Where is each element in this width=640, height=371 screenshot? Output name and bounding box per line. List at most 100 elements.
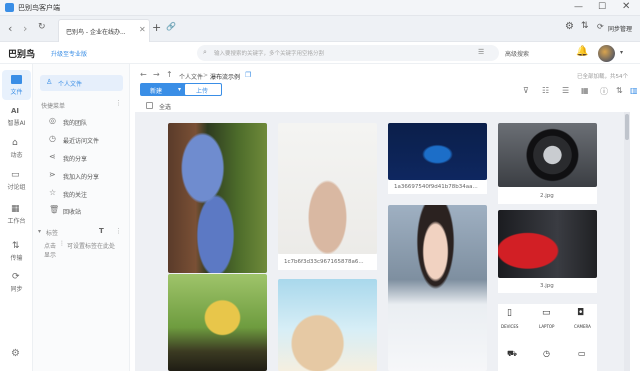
copy-path-icon[interactable]: ❐ [245, 71, 251, 79]
nav-label-ai: 智慧AI [7, 120, 26, 127]
sort-order-icon[interactable]: ⇅ [616, 86, 623, 95]
maximize-button[interactable]: ☐ [598, 2, 606, 12]
main-area: ← → ↑ 个人文件 > 瀑布流示例 ❐ 已全部加载，共54个 新建 ▾ 上传 … [130, 64, 640, 112]
detail-view-icon[interactable]: ☰ [562, 86, 569, 95]
image-mushroom-yellow[interactable] [168, 274, 267, 371]
upload-button[interactable]: 上传 [184, 83, 222, 96]
nav-back-icon[interactable]: ← [140, 70, 147, 79]
tag-text-icon[interactable]: T [99, 227, 104, 235]
list-view-icon[interactable]: ☷ [542, 86, 549, 95]
new-tab-icon[interactable]: + [152, 21, 161, 34]
nav-item-ai[interactable]: AI 智慧AI [0, 104, 33, 130]
image-red-car[interactable] [498, 210, 597, 278]
title-bar: 巴别鸟客户端 — ☐ ✕ [0, 0, 640, 16]
link-icon[interactable]: 🔗 [166, 22, 176, 31]
new-button-label: 新建 [150, 88, 163, 95]
forward-icon[interactable]: › [23, 22, 27, 35]
nav-label-workbench: 工作台 [7, 218, 26, 225]
grid-icon: ▦ [11, 204, 20, 214]
scrollbar-thumb[interactable] [625, 114, 629, 140]
sidebar-item-recycle[interactable]: 回收站 [63, 207, 81, 216]
image-cat-butterfly[interactable] [278, 279, 377, 371]
upgrade-link[interactable]: 升级至专业版 [51, 49, 87, 58]
trash-icon: 🗑 [49, 205, 60, 214]
select-all-label: 全选 [159, 104, 172, 111]
select-all-checkbox[interactable] [146, 102, 153, 109]
search-input[interactable]: 输入要搜索的关键字，多个关键字用空格分割 [214, 49, 324, 57]
refresh-icon[interactable]: ↻ [38, 22, 46, 32]
breadcrumb-item[interactable]: 个人文件 [179, 72, 203, 81]
sync-manage-icon[interactable]: ⟳ [597, 22, 604, 31]
nav-item-discussion[interactable]: ▭ 讨论组 [0, 168, 33, 194]
caption-finger: 1c7b6f3d33c967165878a6... [278, 254, 377, 270]
brand-logo: 巴别鸟 [8, 50, 36, 60]
sort-icon[interactable]: ⇅ [581, 21, 589, 31]
tags-title: 标签 [46, 230, 59, 237]
back-icon[interactable]: ‹ [8, 22, 12, 35]
nav-label-sync: 同步 [10, 286, 23, 293]
sidebar-item-label: 个人文件 [58, 81, 83, 88]
image-portrait[interactable] [388, 205, 487, 371]
ai-icon: AI [11, 107, 20, 115]
nav-item-transfer[interactable]: ⇅ 传输 [0, 239, 33, 265]
caption-red-car: 3.jpg [498, 278, 597, 293]
avatar-menu-icon[interactable]: ▾ [620, 49, 623, 56]
breadcrumb-current[interactable]: 瀑布流示例 [210, 72, 240, 81]
filter-icon[interactable]: ⊽ [523, 86, 529, 95]
user-icon: ♙ [46, 78, 53, 86]
close-button[interactable]: ✕ [622, 1, 630, 12]
sync-manage-label[interactable]: 同步管理 [608, 24, 632, 33]
waterfall-view-icon[interactable]: ▥ [630, 86, 638, 95]
activity-icon: ⌂ [12, 138, 18, 148]
caption-text: 1a36697540f9d41b78b34aa... [394, 184, 478, 190]
tags-hint-click: 点击 [44, 243, 57, 250]
minimize-button[interactable]: — [574, 2, 583, 12]
settings-gear-icon[interactable]: ⚙ [11, 348, 20, 359]
nav-item-activity[interactable]: ⌂ 动态 [0, 136, 33, 162]
image-car-wheel[interactable] [498, 123, 597, 187]
quick-menu-title: 快捷菜单 [41, 103, 66, 110]
sidebar-item-team[interactable]: 我的团队 [63, 118, 87, 127]
avatar[interactable] [598, 45, 615, 62]
search-filter-icon[interactable]: ☰ [478, 48, 484, 56]
nav-item-files[interactable]: 文件 [2, 70, 31, 100]
bell-icon[interactable]: 🔔 [576, 46, 588, 57]
tab-active[interactable]: 巴别鸟 - 企业在线办... ✕ [58, 19, 150, 42]
new-dropdown-icon[interactable]: ▾ [178, 86, 181, 93]
grid-view-icon[interactable]: ▦ [581, 86, 589, 95]
tags-more-icon[interactable]: ⋮ [115, 227, 122, 235]
nav-up-icon[interactable]: ↑ [166, 70, 173, 79]
settings-icon[interactable]: ⚙ [565, 21, 574, 32]
recent-icon: ◷ [49, 134, 56, 143]
caption-text: 2.jpg [540, 193, 554, 199]
device-laptop-icon: ▭ [542, 308, 551, 318]
sidebar-item-recent[interactable]: 最近访问文件 [63, 136, 99, 145]
caption-text: 1c7b6f3d33c967165878a6... [284, 259, 364, 265]
device-camera-icon: ◘ [577, 308, 585, 318]
team-icon: ◎ [49, 116, 56, 125]
info-icon[interactable]: ⓘ [600, 86, 608, 97]
sidebar-item-personal-files[interactable]: ♙ 个人文件 [40, 75, 123, 91]
more-icon[interactable]: ⋮ [115, 99, 122, 107]
sidebar-item-follow[interactable]: 我的关注 [63, 190, 87, 199]
nav-item-sync[interactable]: ⟳ 同步 [0, 270, 33, 296]
tags-collapse-icon[interactable]: ▾ [38, 228, 41, 235]
device-car-icon: ⛟ [507, 349, 518, 358]
new-button[interactable]: 新建 ▾ [140, 83, 187, 96]
app-title: 巴别鸟客户端 [18, 4, 60, 12]
transfer-icon: ⇅ [12, 241, 20, 251]
scrollbar-track[interactable] [624, 112, 630, 371]
sidebar-item-my-share[interactable]: 我的分享 [63, 154, 87, 163]
sidebar-item-joined-share[interactable]: 我加入的分享 [63, 172, 99, 181]
advanced-search-link[interactable]: 高级搜索 [505, 49, 529, 58]
image-mushroom-blue[interactable] [168, 123, 267, 273]
tab-title: 巴别鸟 - 企业在线办... [66, 29, 126, 36]
search-box[interactable]: ⌕ 输入要搜索的关键字，多个关键字用空格分割 ☰ [197, 45, 499, 61]
tags-hint-text: 可设置标签在此处 [67, 243, 116, 250]
tab-close-icon[interactable]: ✕ [139, 25, 146, 34]
image-device-icons[interactable]: ▯ ▭ ◘ DEVICES LAPTOP CAMERA ⛟ ◷ ▭ [498, 304, 597, 371]
image-finger-art[interactable] [278, 123, 377, 254]
nav-forward-icon[interactable]: → [153, 70, 160, 79]
nav-item-workbench[interactable]: ▦ 工作台 [0, 202, 33, 228]
image-dashboard[interactable] [388, 123, 487, 180]
